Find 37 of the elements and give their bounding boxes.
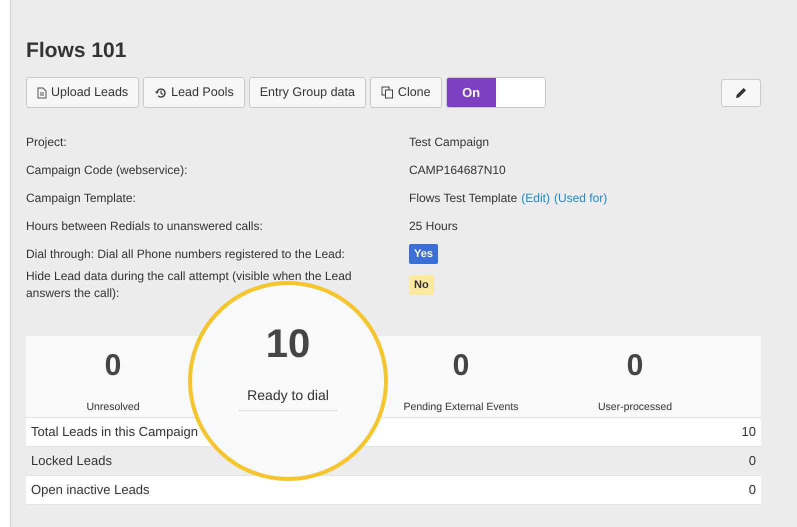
stat-label: Pending External Events (404, 400, 518, 416)
row-label: Open inactive Leads (31, 481, 150, 500)
pencil-icon (734, 86, 748, 100)
field-label: Project: (26, 134, 68, 151)
field-label: Dial through: Dial all Phone numbers registered to the Lead: (26, 246, 346, 263)
field-label: Hours between Redials to unanswered calls: (26, 218, 264, 235)
field-value: CAMP164687N10 (409, 162, 506, 180)
row-label: Locked Leads (31, 452, 112, 470)
field-value: Flows Test Template (409, 190, 518, 208)
status-badge: Yes (409, 244, 438, 264)
stat-value: 0 (452, 348, 470, 384)
toolbar-button[interactable]: Clone (370, 77, 442, 108)
stat-label: Ready to dial (239, 385, 337, 412)
row-value: 0 (748, 481, 756, 500)
row-value: 0 (748, 452, 756, 470)
stat-value: 0 (104, 348, 122, 384)
copy-icon (380, 86, 394, 100)
row-label: Total Leads in this Campaign (31, 423, 198, 442)
toolbar-button[interactable]: Lead Pools (143, 77, 245, 108)
field-label: Hide Lead data during the call attempt (visible when the Lead answers the call): (26, 268, 353, 302)
page-title: Flows 101 (26, 38, 128, 64)
row-value: 10 (742, 423, 756, 442)
status-badge: No (409, 274, 434, 296)
history-icon (154, 86, 168, 99)
field-value: Test Campaign (409, 134, 490, 152)
on-off-toggle[interactable]: On (446, 77, 546, 108)
field-value: 25 Hours (409, 218, 458, 236)
field-label: Campaign Code (webservice): (26, 162, 188, 179)
document-icon (37, 86, 47, 99)
edit-button[interactable] (721, 78, 761, 107)
stat-value: 10 (266, 321, 310, 368)
stat-value: 0 (626, 348, 644, 384)
field-label: Campaign Template: (26, 190, 137, 207)
stat-label: Unresolved (86, 400, 140, 416)
toolbar-button[interactable]: Entry Group data (248, 77, 366, 108)
toolbar-button[interactable]: Upload Leads (26, 77, 140, 108)
stat-label: User-processed (598, 400, 672, 416)
